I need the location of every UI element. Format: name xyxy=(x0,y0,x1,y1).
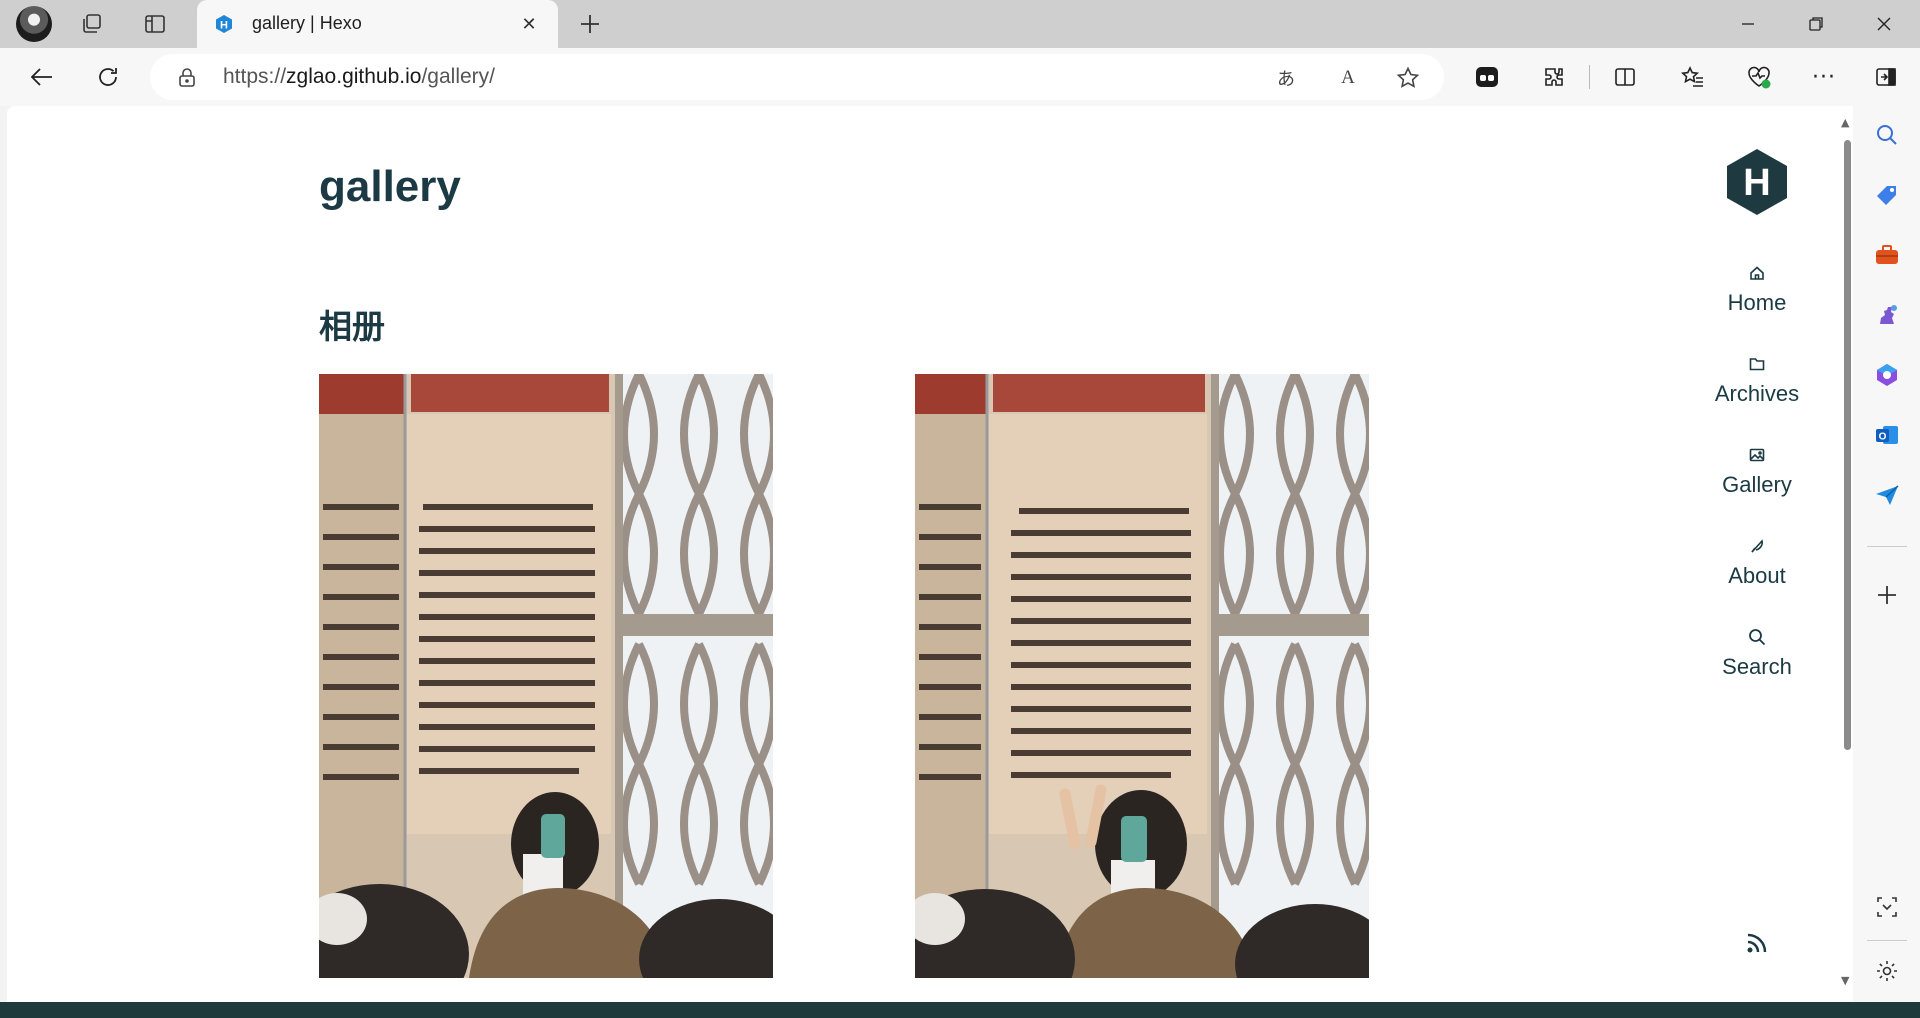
title-bar: H gallery | Hexo ✕ xyxy=(0,0,1920,48)
gallery-photo[interactable] xyxy=(319,374,773,978)
nav-gallery[interactable]: Gallery xyxy=(1707,446,1807,498)
nav-about[interactable]: About xyxy=(1707,537,1807,589)
split-screen-icon[interactable] xyxy=(1608,60,1642,94)
extension-app-icon[interactable] xyxy=(1470,60,1504,94)
svg-text:H: H xyxy=(220,20,228,32)
microsoft-365-icon[interactable] xyxy=(1870,358,1904,392)
edge-sidebar: O xyxy=(1853,106,1920,1002)
home-icon xyxy=(1707,264,1807,288)
outlook-icon[interactable]: O xyxy=(1870,418,1904,452)
sidebar-toggle-icon[interactable] xyxy=(1869,60,1903,94)
address-toolbar: https://zglao.github.io/gallery/ あ A ··· xyxy=(0,48,1920,106)
favorites-icon[interactable] xyxy=(1676,60,1710,94)
vertical-tabs-icon[interactable] xyxy=(139,8,171,40)
url-text[interactable]: https://zglao.github.io/gallery/ xyxy=(223,65,495,89)
sidebar-divider xyxy=(1867,546,1907,547)
page-title: gallery xyxy=(319,162,461,211)
close-window-icon[interactable] xyxy=(1860,6,1908,42)
translate-icon[interactable]: あ xyxy=(1272,64,1300,92)
active-tab[interactable]: H gallery | Hexo ✕ xyxy=(197,0,558,48)
folder-icon xyxy=(1707,355,1807,379)
sidebar-divider xyxy=(1867,940,1907,941)
nav-search-label: Search xyxy=(1722,654,1792,679)
games-chess-icon[interactable] xyxy=(1870,298,1904,332)
restore-icon[interactable] xyxy=(1792,6,1840,42)
minimize-icon[interactable] xyxy=(1724,6,1772,42)
image-icon xyxy=(1707,446,1807,470)
lock-icon[interactable] xyxy=(176,66,198,88)
nav-search[interactable]: Search xyxy=(1707,628,1807,680)
scroll-up-arrow-icon[interactable]: ▲ xyxy=(1841,116,1849,129)
new-tab-icon[interactable] xyxy=(574,8,606,40)
profile-avatar[interactable] xyxy=(16,6,52,42)
hexo-favicon-icon: H xyxy=(216,15,232,33)
nav-home-label: Home xyxy=(1727,290,1787,315)
scroll-down-arrow-icon[interactable]: ▼ xyxy=(1841,974,1849,987)
gallery-photo[interactable] xyxy=(915,374,1369,978)
svg-text:H: H xyxy=(1743,162,1770,204)
tools-toolbox-icon[interactable] xyxy=(1870,238,1904,272)
nav-archives[interactable]: Archives xyxy=(1707,355,1807,407)
search-icon xyxy=(1707,628,1807,652)
workspaces-icon[interactable] xyxy=(76,8,108,40)
tab-title: gallery | Hexo xyxy=(252,13,362,33)
address-bar[interactable]: https://zglao.github.io/gallery/ あ A xyxy=(150,54,1444,100)
hexo-logo[interactable]: H xyxy=(1726,148,1788,216)
nav-archives-label: Archives xyxy=(1714,381,1800,406)
scrollbar-thumb[interactable] xyxy=(1844,140,1851,750)
browser-essentials-icon[interactable] xyxy=(1742,60,1776,94)
screenshot-capture-icon[interactable] xyxy=(1870,890,1904,924)
refresh-icon[interactable] xyxy=(91,60,125,94)
settings-gear-icon[interactable] xyxy=(1870,954,1904,988)
send-icon[interactable] xyxy=(1870,478,1904,512)
back-arrow-icon[interactable] xyxy=(25,60,59,94)
nav-home[interactable]: Home xyxy=(1707,264,1807,316)
os-taskbar-strip xyxy=(0,1002,1920,1018)
tab-close-icon[interactable]: ✕ xyxy=(517,12,541,36)
rss-icon[interactable] xyxy=(1746,932,1768,954)
section-title: 相册 xyxy=(319,307,385,346)
favorite-star-icon[interactable] xyxy=(1394,64,1422,92)
nav-gallery-label: Gallery xyxy=(1722,472,1792,497)
read-aloud-icon[interactable]: A xyxy=(1334,64,1362,92)
feather-icon xyxy=(1707,537,1807,561)
page-viewport: gallery 相册 H Home Archives Gallery About… xyxy=(7,106,1853,1002)
more-options-icon[interactable]: ··· xyxy=(1807,60,1841,94)
extensions-puzzle-icon[interactable] xyxy=(1537,60,1571,94)
shopping-tag-icon[interactable] xyxy=(1870,178,1904,212)
add-sidebar-app-icon[interactable] xyxy=(1870,578,1904,612)
sidebar-search-icon[interactable] xyxy=(1870,118,1904,152)
toolbar-divider xyxy=(1589,65,1590,89)
nav-about-label: About xyxy=(1728,563,1786,588)
svg-text:O: O xyxy=(1879,432,1887,443)
